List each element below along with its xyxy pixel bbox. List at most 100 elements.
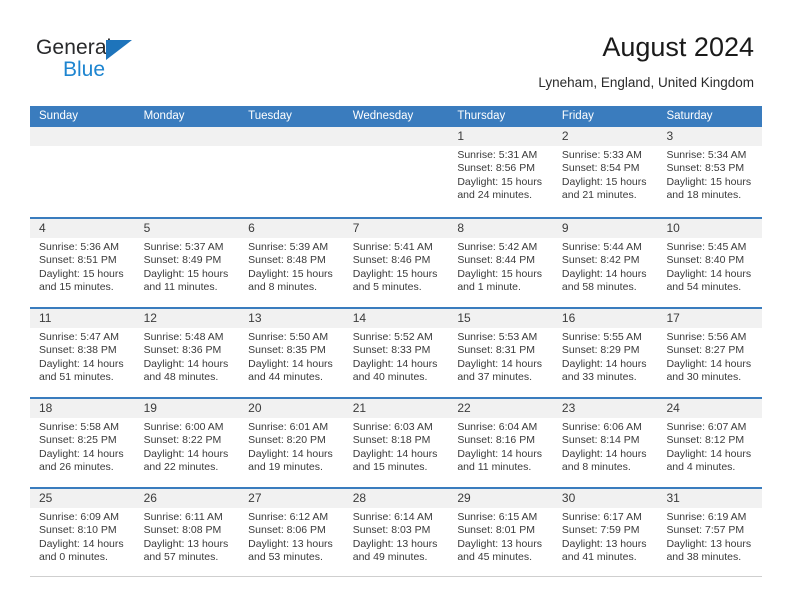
- sunset-text: Sunset: 8:27 PM: [666, 344, 745, 357]
- day-details: Sunrise: 6:15 AM Sunset: 8:01 PM Dayligh…: [448, 508, 553, 565]
- day-cell[interactable]: 25 Sunrise: 6:09 AM Sunset: 8:10 PM Dayl…: [30, 489, 135, 576]
- day-cell[interactable]: 31 Sunrise: 6:19 AM Sunset: 7:57 PM Dayl…: [657, 489, 763, 576]
- day-cell[interactable]: 17 Sunrise: 5:56 AM Sunset: 8:27 PM Dayl…: [657, 309, 763, 397]
- daylight-text-line1: Daylight: 15 hours: [666, 175, 752, 188]
- day-cell[interactable]: [134, 127, 240, 217]
- day-cell[interactable]: 7 Sunrise: 5:41 AM Sunset: 8:46 PM Dayli…: [343, 219, 449, 307]
- day-cell[interactable]: 20 Sunrise: 6:01 AM Sunset: 8:20 PM Dayl…: [239, 399, 344, 487]
- week-row: 11 Sunrise: 5:47 AM Sunset: 8:38 PM Dayl…: [30, 307, 763, 397]
- daylight-text-line1: Daylight: 14 hours: [39, 357, 124, 370]
- day-cell[interactable]: 9 Sunrise: 5:44 AM Sunset: 8:42 PM Dayli…: [552, 219, 658, 307]
- day-cell[interactable]: [30, 127, 135, 217]
- generalblue-logo[interactable]: General Blue: [36, 36, 156, 86]
- day-cell[interactable]: 1 Sunrise: 5:31 AM Sunset: 8:56 PM Dayli…: [448, 127, 553, 217]
- daylight-text-line2: and 30 minutes.: [666, 371, 742, 384]
- day-cell[interactable]: 8 Sunrise: 5:42 AM Sunset: 8:44 PM Dayli…: [448, 219, 553, 307]
- day-cell[interactable]: [239, 127, 344, 217]
- daylight-text-line1: Daylight: 15 hours: [457, 267, 542, 280]
- daylight-text-line2: and 1 minute.: [457, 281, 521, 294]
- week-row: 1 Sunrise: 5:31 AM Sunset: 8:56 PM Dayli…: [30, 127, 763, 217]
- day-details: Sunrise: 5:47 AM Sunset: 8:38 PM Dayligh…: [30, 328, 135, 385]
- day-cell[interactable]: 26 Sunrise: 6:11 AM Sunset: 8:08 PM Dayl…: [134, 489, 240, 576]
- sunrise-text: Sunrise: 5:42 AM: [457, 241, 538, 253]
- daylight-text-line1: Daylight: 14 hours: [352, 357, 438, 370]
- day-details: Sunrise: 5:56 AM Sunset: 8:27 PM Dayligh…: [657, 328, 762, 385]
- day-cell[interactable]: 30 Sunrise: 6:17 AM Sunset: 7:59 PM Dayl…: [552, 489, 658, 576]
- weekday-thursday: Thursday: [457, 110, 506, 122]
- week-row: 18 Sunrise: 5:58 AM Sunset: 8:25 PM Dayl…: [30, 397, 763, 487]
- page-title: August 2024: [602, 32, 754, 62]
- day-cell[interactable]: 6 Sunrise: 5:39 AM Sunset: 8:48 PM Dayli…: [239, 219, 344, 307]
- daylight-text-line2: and 49 minutes.: [352, 551, 428, 564]
- sunset-text: Sunset: 8:36 PM: [143, 344, 222, 357]
- daylight-text-line2: and 21 minutes.: [561, 189, 637, 202]
- daylight-text-line1: Daylight: 14 hours: [457, 447, 542, 460]
- week-row: 25 Sunrise: 6:09 AM Sunset: 8:10 PM Dayl…: [30, 487, 763, 577]
- sunset-text: Sunset: 8:40 PM: [666, 254, 745, 267]
- sunrise-text: Sunrise: 5:45 AM: [666, 241, 747, 253]
- sunrise-text: Sunrise: 5:53 AM: [457, 331, 538, 343]
- sunset-text: Sunset: 8:25 PM: [39, 434, 117, 447]
- sunrise-text: Sunrise: 6:19 AM: [666, 511, 747, 523]
- day-cell[interactable]: 22 Sunrise: 6:04 AM Sunset: 8:16 PM Dayl…: [448, 399, 553, 487]
- day-cell[interactable]: 13 Sunrise: 5:50 AM Sunset: 8:35 PM Dayl…: [239, 309, 344, 397]
- day-cell[interactable]: 28 Sunrise: 6:14 AM Sunset: 8:03 PM Dayl…: [343, 489, 449, 576]
- sunset-text: Sunset: 8:29 PM: [561, 344, 640, 357]
- day-cell[interactable]: 11 Sunrise: 5:47 AM Sunset: 8:38 PM Dayl…: [30, 309, 135, 397]
- day-details: Sunrise: 5:52 AM Sunset: 8:33 PM Dayligh…: [344, 328, 449, 385]
- day-details: Sunrise: 6:09 AM Sunset: 8:10 PM Dayligh…: [30, 508, 135, 565]
- daylight-text-line2: and 15 minutes.: [352, 461, 428, 474]
- sunrise-text: Sunrise: 5:36 AM: [39, 241, 119, 253]
- day-cell[interactable]: 21 Sunrise: 6:03 AM Sunset: 8:18 PM Dayl…: [343, 399, 449, 487]
- day-cell[interactable]: 14 Sunrise: 5:52 AM Sunset: 8:33 PM Dayl…: [343, 309, 449, 397]
- day-cell[interactable]: 27 Sunrise: 6:12 AM Sunset: 8:06 PM Dayl…: [239, 489, 344, 576]
- title-block: August 2024 Lyneham, England, United Kin…: [538, 30, 754, 91]
- day-details: Sunrise: 6:00 AM Sunset: 8:22 PM Dayligh…: [135, 418, 240, 475]
- day-cell[interactable]: 12 Sunrise: 5:48 AM Sunset: 8:36 PM Dayl…: [134, 309, 240, 397]
- calendar-grid: Sunday Monday Tuesday Wednesday Thursday…: [30, 106, 763, 577]
- daylight-text-line1: Daylight: 14 hours: [666, 357, 752, 370]
- sunset-text: Sunset: 8:54 PM: [561, 162, 640, 175]
- day-cell[interactable]: 16 Sunrise: 5:55 AM Sunset: 8:29 PM Dayl…: [552, 309, 658, 397]
- day-details: Sunrise: 5:34 AM Sunset: 8:53 PM Dayligh…: [657, 146, 762, 203]
- sunrise-text: Sunrise: 6:01 AM: [248, 421, 329, 433]
- day-details: Sunrise: 6:17 AM Sunset: 7:59 PM Dayligh…: [553, 508, 658, 565]
- daylight-text-line2: and 26 minutes.: [39, 461, 114, 474]
- daylight-text-line1: Daylight: 14 hours: [352, 447, 438, 460]
- day-number: 4: [30, 219, 135, 238]
- day-cell[interactable]: 18 Sunrise: 5:58 AM Sunset: 8:25 PM Dayl…: [30, 399, 135, 487]
- daylight-text-line2: and 33 minutes.: [561, 371, 637, 384]
- day-cell[interactable]: 2 Sunrise: 5:33 AM Sunset: 8:54 PM Dayli…: [552, 127, 658, 217]
- daylight-text-line2: and 58 minutes.: [561, 281, 637, 294]
- day-cell[interactable]: 3 Sunrise: 5:34 AM Sunset: 8:53 PM Dayli…: [657, 127, 763, 217]
- sunset-text: Sunset: 8:42 PM: [561, 254, 640, 267]
- sunset-text: Sunset: 8:10 PM: [39, 524, 117, 537]
- daylight-text-line1: Daylight: 13 hours: [457, 537, 542, 550]
- sunrise-text: Sunrise: 5:52 AM: [352, 331, 433, 343]
- day-cell[interactable]: 4 Sunrise: 5:36 AM Sunset: 8:51 PM Dayli…: [30, 219, 135, 307]
- day-cell[interactable]: 24 Sunrise: 6:07 AM Sunset: 8:12 PM Dayl…: [657, 399, 763, 487]
- daylight-text-line1: Daylight: 14 hours: [666, 267, 752, 280]
- daylight-text-line1: Daylight: 15 hours: [143, 267, 229, 280]
- day-cell[interactable]: [343, 127, 449, 217]
- day-details: Sunrise: 5:31 AM Sunset: 8:56 PM Dayligh…: [448, 146, 553, 203]
- day-cell[interactable]: 15 Sunrise: 5:53 AM Sunset: 8:31 PM Dayl…: [448, 309, 553, 397]
- day-cell[interactable]: 23 Sunrise: 6:06 AM Sunset: 8:14 PM Dayl…: [552, 399, 658, 487]
- sunrise-text: Sunrise: 6:14 AM: [352, 511, 433, 523]
- sunset-text: Sunset: 7:59 PM: [561, 524, 640, 537]
- day-cell[interactable]: 5 Sunrise: 5:37 AM Sunset: 8:49 PM Dayli…: [134, 219, 240, 307]
- day-details: Sunrise: 6:12 AM Sunset: 8:06 PM Dayligh…: [239, 508, 344, 565]
- day-details: Sunrise: 5:33 AM Sunset: 8:54 PM Dayligh…: [553, 146, 658, 203]
- day-cell[interactable]: 10 Sunrise: 5:45 AM Sunset: 8:40 PM Dayl…: [657, 219, 763, 307]
- daylight-text-line2: and 40 minutes.: [352, 371, 428, 384]
- day-details: Sunrise: 5:41 AM Sunset: 8:46 PM Dayligh…: [344, 238, 449, 295]
- sunrise-text: Sunrise: 6:07 AM: [666, 421, 747, 433]
- weekday-tuesday: Tuesday: [248, 110, 292, 122]
- day-details: Sunrise: 5:58 AM Sunset: 8:25 PM Dayligh…: [30, 418, 135, 475]
- day-cell[interactable]: 29 Sunrise: 6:15 AM Sunset: 8:01 PM Dayl…: [448, 489, 553, 576]
- sunrise-text: Sunrise: 6:12 AM: [248, 511, 329, 523]
- day-number: [134, 127, 240, 146]
- weekday-wednesday: Wednesday: [352, 110, 414, 122]
- day-details: Sunrise: 5:45 AM Sunset: 8:40 PM Dayligh…: [657, 238, 762, 295]
- day-cell[interactable]: 19 Sunrise: 6:00 AM Sunset: 8:22 PM Dayl…: [134, 399, 240, 487]
